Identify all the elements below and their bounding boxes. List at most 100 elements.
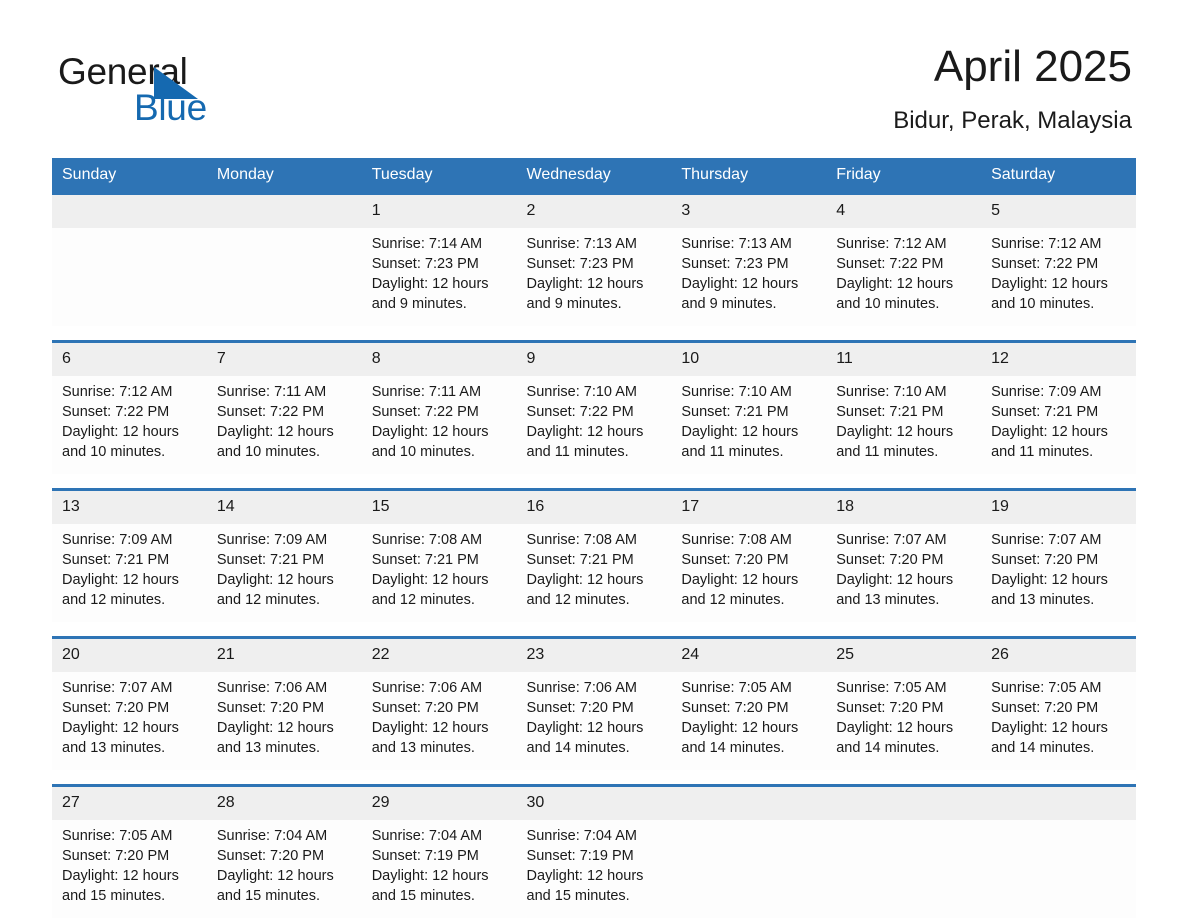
day-cell[interactable]: Sunrise: 7:13 AM Sunset: 7:23 PM Daylight:… (516, 228, 672, 326)
day-number[interactable]: 6 (52, 343, 207, 376)
sunrise-text: Sunrise: 7:05 AM (991, 680, 1102, 696)
sunset-text: Sunset: 7:20 PM (836, 552, 944, 568)
day-number[interactable]: 9 (516, 343, 672, 376)
daylight-text: Daylight: 12 hours and 12 minutes. (216, 572, 334, 608)
day-cell[interactable]: Sunrise: 7:07 AM Sunset: 7:20 PM Daylight:… (826, 524, 982, 622)
logo-word-blue: Blue (134, 87, 207, 128)
sunset-text: Sunset: 7:23 PM (681, 256, 789, 272)
day-cell[interactable]: Sunrise: 7:08 AM Sunset: 7:21 PM Daylight:… (361, 524, 517, 622)
day-cell[interactable]: Sunrise: 7:10 AM Sunset: 7:22 PM Daylight:… (516, 376, 672, 474)
day-number[interactable]: 17 (671, 491, 827, 524)
daylight-text: Daylight: 12 hours and 15 minutes. (216, 868, 334, 904)
sunset-text: Sunset: 7:22 PM (216, 404, 325, 420)
sunset-text: Sunset: 7:20 PM (991, 552, 1099, 568)
sunrise-text: Sunrise: 7:06 AM (526, 680, 637, 696)
weekday-header-thursday: Thursday (671, 158, 827, 192)
day-cell[interactable]: Sunrise: 7:13 AM Sunset: 7:23 PM Daylight:… (671, 228, 827, 326)
day-number[interactable]: 27 (52, 787, 207, 820)
day-cell[interactable]: Sunrise: 7:08 AM Sunset: 7:21 PM Daylight:… (516, 524, 672, 622)
daylight-text: Daylight: 12 hours and 10 minutes. (991, 276, 1108, 312)
day-number[interactable]: 8 (361, 343, 517, 376)
day-cell[interactable]: Sunrise: 7:12 AM Sunset: 7:22 PM Daylight:… (826, 228, 982, 326)
sunrise-text: Sunrise: 7:11 AM (371, 384, 482, 400)
day-number[interactable]: 30 (516, 787, 672, 820)
sunset-text: Sunset: 7:21 PM (371, 552, 479, 568)
sunset-text: Sunset: 7:20 PM (681, 552, 789, 568)
day-cell[interactable]: Sunrise: 7:04 AM Sunset: 7:19 PM Daylight:… (361, 820, 517, 918)
day-number[interactable]: 15 (361, 491, 517, 524)
sunset-text: Sunset: 7:22 PM (991, 256, 1099, 272)
day-cell[interactable]: Sunrise: 7:04 AM Sunset: 7:19 PM Daylight:… (516, 820, 672, 918)
day-number[interactable]: 25 (826, 639, 982, 672)
day-number-empty (52, 195, 207, 228)
day-cell[interactable]: Sunrise: 7:12 AM Sunset: 7:22 PM Daylight:… (981, 228, 1136, 326)
day-number[interactable]: 3 (671, 195, 827, 228)
day-cell[interactable]: Sunrise: 7:09 AM Sunset: 7:21 PM Daylight:… (981, 376, 1136, 474)
sunset-text: Sunset: 7:20 PM (681, 700, 789, 716)
day-number[interactable]: 24 (671, 639, 827, 672)
day-cell[interactable]: Sunrise: 7:12 AM Sunset: 7:22 PM Daylight:… (52, 376, 207, 474)
day-cell[interactable]: Sunrise: 7:14 AM Sunset: 7:23 PM Daylight:… (361, 228, 517, 326)
week-spacer (52, 474, 1136, 488)
day-number[interactable]: 18 (826, 491, 982, 524)
weekday-header-tuesday: Tuesday (361, 158, 517, 192)
day-cell[interactable]: Sunrise: 7:05 AM Sunset: 7:20 PM Daylight:… (52, 820, 207, 918)
day-number[interactable]: 13 (52, 491, 207, 524)
day-cell[interactable]: Sunrise: 7:06 AM Sunset: 7:20 PM Daylight:… (516, 672, 672, 770)
day-cell[interactable]: Sunrise: 7:05 AM Sunset: 7:20 PM Daylight:… (671, 672, 827, 770)
day-number[interactable]: 5 (981, 195, 1136, 228)
day-cell[interactable]: Sunrise: 7:06 AM Sunset: 7:20 PM Daylight:… (206, 672, 362, 770)
day-number[interactable]: 22 (361, 639, 517, 672)
sunset-text: Sunset: 7:20 PM (216, 700, 325, 716)
daylight-text: Daylight: 12 hours and 11 minutes. (991, 424, 1108, 460)
day-cell[interactable]: Sunrise: 7:05 AM Sunset: 7:20 PM Daylight:… (981, 672, 1136, 770)
day-cell[interactable]: Sunrise: 7:08 AM Sunset: 7:20 PM Daylight:… (671, 524, 827, 622)
day-cell[interactable]: Sunrise: 7:07 AM Sunset: 7:20 PM Daylight:… (981, 524, 1136, 622)
day-cell[interactable]: Sunrise: 7:05 AM Sunset: 7:20 PM Daylight:… (826, 672, 982, 770)
daylight-text: Daylight: 12 hours and 9 minutes. (371, 276, 489, 312)
day-number[interactable]: 28 (206, 787, 362, 820)
week-spacer (52, 326, 1136, 340)
day-cell[interactable]: Sunrise: 7:09 AM Sunset: 7:21 PM Daylight:… (206, 524, 362, 622)
day-cell[interactable]: Sunrise: 7:09 AM Sunset: 7:21 PM Daylight:… (52, 524, 207, 622)
general-blue-logo[interactable]: General Blue (58, 50, 298, 136)
calendar-page: General Blue April 2025 Bidur, Perak, Ma… (0, 0, 1188, 918)
day-cell[interactable]: Sunrise: 7:06 AM Sunset: 7:20 PM Daylight:… (361, 672, 517, 770)
day-cell[interactable]: Sunrise: 7:07 AM Sunset: 7:20 PM Daylight:… (52, 672, 207, 770)
sunset-text: Sunset: 7:20 PM (216, 848, 325, 864)
day-number[interactable]: 21 (206, 639, 362, 672)
daylight-text: Daylight: 12 hours and 12 minutes. (62, 572, 179, 608)
sunset-text: Sunset: 7:21 PM (526, 552, 634, 568)
daylight-text: Daylight: 12 hours and 13 minutes. (62, 720, 179, 756)
daylight-text: Daylight: 12 hours and 10 minutes. (836, 276, 954, 312)
day-number[interactable]: 29 (361, 787, 517, 820)
sunrise-text: Sunrise: 7:06 AM (371, 680, 483, 696)
weekday-header-saturday: Saturday (981, 158, 1136, 192)
day-cell[interactable]: Sunrise: 7:04 AM Sunset: 7:20 PM Daylight:… (206, 820, 362, 918)
day-number[interactable]: 2 (516, 195, 672, 228)
day-number[interactable]: 12 (981, 343, 1136, 376)
day-number[interactable]: 10 (671, 343, 827, 376)
daylight-text: Daylight: 12 hours and 12 minutes. (371, 572, 489, 608)
daylight-text: Daylight: 12 hours and 11 minutes. (836, 424, 954, 460)
day-number[interactable]: 14 (206, 491, 362, 524)
day-number[interactable]: 19 (981, 491, 1136, 524)
day-number[interactable]: 4 (826, 195, 982, 228)
weekday-header-friday: Friday (826, 158, 982, 192)
daylight-text: Daylight: 12 hours and 10 minutes. (216, 424, 334, 460)
day-number[interactable]: 1 (361, 195, 517, 228)
day-number[interactable]: 11 (826, 343, 982, 376)
day-number[interactable]: 16 (516, 491, 672, 524)
day-cell[interactable]: Sunrise: 7:10 AM Sunset: 7:21 PM Daylight:… (826, 376, 982, 474)
day-number[interactable]: 23 (516, 639, 672, 672)
day-number[interactable]: 26 (981, 639, 1136, 672)
day-number-row: 13 14 15 16 17 18 19 (52, 491, 1136, 524)
day-number[interactable]: 7 (206, 343, 362, 376)
sunrise-text: Sunrise: 7:12 AM (62, 384, 173, 400)
day-number[interactable]: 20 (52, 639, 207, 672)
day-cell[interactable]: Sunrise: 7:11 AM Sunset: 7:22 PM Daylight:… (361, 376, 517, 474)
sunrise-text: Sunrise: 7:12 AM (836, 236, 947, 252)
sunset-text: Sunset: 7:20 PM (62, 848, 170, 864)
day-cell[interactable]: Sunrise: 7:10 AM Sunset: 7:21 PM Daylight:… (671, 376, 827, 474)
day-cell[interactable]: Sunrise: 7:11 AM Sunset: 7:22 PM Daylight:… (206, 376, 362, 474)
